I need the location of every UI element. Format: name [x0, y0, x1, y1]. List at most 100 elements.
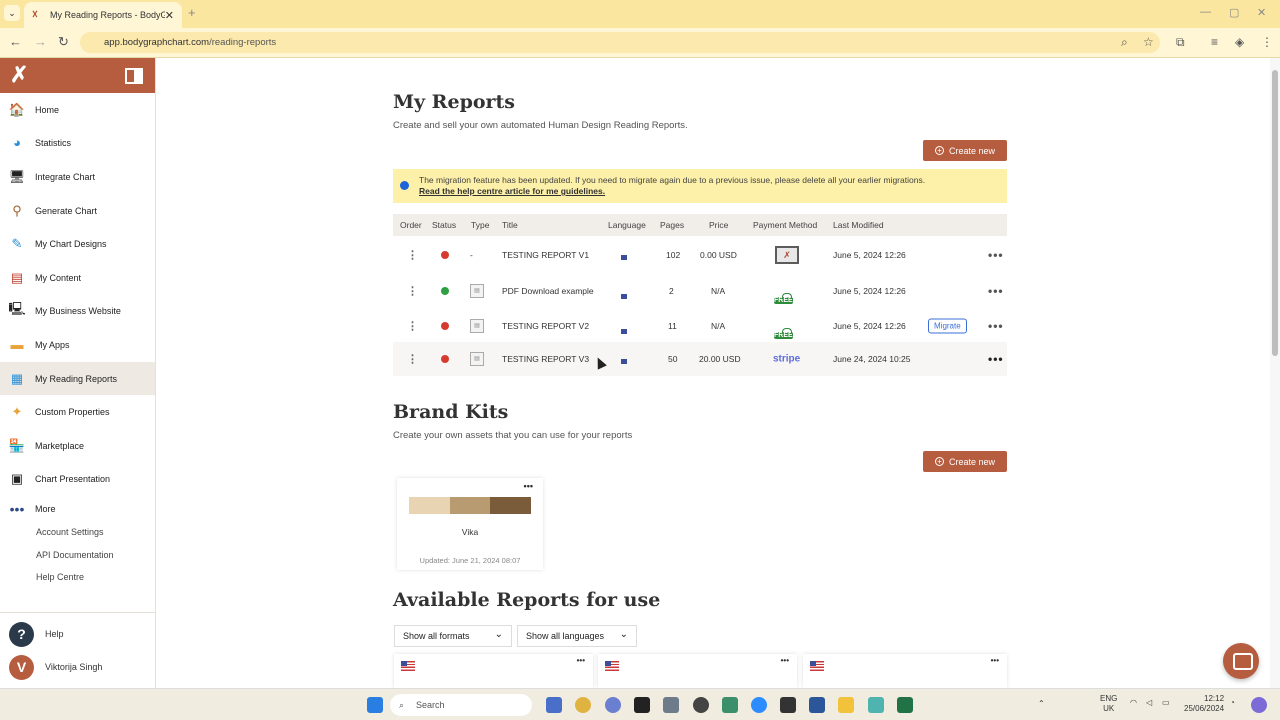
forward-icon[interactable]: →	[34, 34, 47, 49]
settings-icon[interactable]	[605, 697, 621, 713]
chat-bubble-icon[interactable]	[1223, 643, 1259, 679]
battery-icon[interactable]: ▭	[1162, 698, 1170, 707]
word-icon[interactable]	[809, 697, 825, 713]
col-type[interactable]: Type	[471, 220, 489, 230]
col-payment-method[interactable]: Payment Method	[753, 220, 817, 230]
sidebar-item-statistics[interactable]: ◕ Statistics	[0, 126, 155, 159]
camera-icon[interactable]	[663, 697, 679, 713]
row-menu-icon[interactable]: •••	[988, 352, 1004, 366]
file-explorer-icon[interactable]	[838, 697, 854, 713]
drag-handle-icon[interactable]: ⋮	[407, 320, 418, 333]
app-icon[interactable]	[634, 697, 650, 713]
language-indicator[interactable]: ENG UK	[1100, 694, 1117, 714]
migrate-button[interactable]: Migrate	[928, 318, 967, 334]
close-window-icon[interactable]: ✕	[1257, 6, 1266, 19]
back-icon[interactable]: ←	[9, 34, 22, 49]
sidebar-item-my-apps[interactable]: ▬ My Apps	[0, 328, 155, 361]
sidebar-toggle-icon[interactable]	[125, 68, 143, 84]
col-order[interactable]: Order	[400, 220, 422, 230]
zoom-icon[interactable]: ⌕	[1121, 35, 1128, 50]
help-article-link[interactable]: Read the help centre article for me guid…	[419, 186, 1007, 196]
wifi-icon[interactable]: ◠	[1130, 698, 1137, 707]
sidebar-item-my-content[interactable]: ▤ My Content	[0, 261, 155, 294]
bookmark-star-icon[interactable]: ☆	[1143, 35, 1154, 49]
minimize-icon[interactable]: —	[1200, 6, 1211, 18]
app-icon[interactable]	[868, 697, 884, 713]
browser-menu-icon[interactable]: ⋮	[1261, 35, 1273, 49]
tray-chevron-icon[interactable]: ⌃	[1038, 699, 1045, 708]
tab-menu-chevron-icon[interactable]: ⌄	[4, 5, 20, 21]
sidebar-item-generate-chart[interactable]: ⚲ Generate Chart	[0, 194, 155, 227]
media-icon[interactable]: ≡	[1211, 35, 1218, 49]
brand-kit-card[interactable]: ••• Vika Updated: June 21, 2024 08:07	[397, 478, 543, 570]
language-filter-select[interactable]: Show all languages ⌄	[517, 625, 637, 647]
avatar[interactable]: V	[9, 655, 34, 680]
drag-handle-icon[interactable]: ⋮	[407, 353, 418, 366]
sidebar-subitem-help-centre[interactable]: Help Centre	[36, 572, 84, 582]
app-icon[interactable]	[693, 697, 709, 713]
scrollbar-thumb[interactable]	[1272, 70, 1278, 356]
teams-icon[interactable]	[546, 697, 562, 713]
new-tab-icon[interactable]: +	[188, 5, 196, 20]
report-title[interactable]: TESTING REPORT V1	[502, 250, 589, 260]
reload-icon[interactable]: ↻	[58, 34, 69, 50]
col-last-modified[interactable]: Last Modified	[833, 220, 884, 230]
available-report-card[interactable]: •••	[394, 654, 593, 688]
available-report-card[interactable]: •••	[803, 654, 1007, 688]
drag-handle-icon[interactable]: ⋮	[407, 249, 418, 262]
col-language[interactable]: Language	[608, 220, 646, 230]
maximize-icon[interactable]: ▢	[1229, 6, 1239, 19]
card-menu-icon[interactable]: •••	[781, 656, 789, 665]
chrome-icon[interactable]	[575, 697, 591, 713]
col-status[interactable]: Status	[432, 220, 456, 230]
sidebar-item-home[interactable]: 🏠 Home	[0, 93, 155, 126]
table-row[interactable]: ⋮ ▤ PDF Download example 2 N/A FREE June…	[393, 274, 1007, 308]
sidebar-item-my-business-website[interactable]: 🖳 My Business Website	[0, 294, 155, 327]
format-filter-select[interactable]: Show all formats ⌄	[394, 625, 512, 647]
card-menu-icon[interactable]: •••	[991, 656, 999, 665]
row-menu-icon[interactable]: •••	[988, 319, 1004, 333]
row-menu-icon[interactable]: •••	[988, 284, 1004, 298]
sidebar-item-more[interactable]: ••• More	[0, 492, 155, 525]
sidebar-item-my-reading-reports[interactable]: ▦ My Reading Reports	[0, 362, 155, 395]
close-tab-icon[interactable]: ✕	[165, 9, 174, 22]
available-report-card[interactable]: •••	[598, 654, 797, 688]
sidebar-subitem-account-settings[interactable]: Account Settings	[36, 527, 104, 537]
col-title[interactable]: Title	[502, 220, 518, 230]
excel-icon[interactable]	[897, 697, 913, 713]
table-row[interactable]: ⋮ ▤ TESTING REPORT V2 11 N/A FREE June 5…	[393, 309, 1007, 343]
row-menu-icon[interactable]: •••	[988, 248, 1004, 262]
extensions-icon[interactable]: ⧉	[1176, 35, 1185, 50]
profile-icon[interactable]: ◈	[1235, 35, 1244, 49]
sidebar-item-marketplace[interactable]: 🏪 Marketplace	[0, 429, 155, 462]
zoom-app-icon[interactable]	[751, 697, 767, 713]
col-price[interactable]: Price	[709, 220, 728, 230]
windows-start-icon[interactable]	[367, 697, 383, 713]
browser-tab[interactable]: ☓ My Reading Reports - BodyGra ✕	[24, 2, 182, 28]
create-report-button[interactable]: + Create new	[923, 140, 1007, 161]
bodygraph-logo-icon[interactable]: ✗	[10, 62, 28, 88]
col-pages[interactable]: Pages	[660, 220, 684, 230]
table-row[interactable]: ⋮ ▤ TESTING REPORT V3 50 20.00 USD strip…	[393, 342, 1007, 376]
card-menu-icon[interactable]: •••	[524, 481, 533, 491]
report-title[interactable]: PDF Download example	[502, 286, 594, 296]
copilot-icon[interactable]	[1251, 697, 1267, 713]
app-icon[interactable]	[780, 697, 796, 713]
taskbar-search[interactable]: ⌕ Search	[390, 694, 532, 716]
report-title[interactable]: TESTING REPORT V3	[502, 354, 589, 364]
report-title[interactable]: TESTING REPORT V2	[502, 321, 589, 331]
app-icon[interactable]	[722, 697, 738, 713]
help-icon[interactable]: ?	[9, 622, 34, 647]
help-label[interactable]: Help	[45, 629, 64, 639]
clock[interactable]: 12:12 25/06/2024	[1184, 694, 1224, 714]
create-brand-kit-button[interactable]: + Create new	[923, 451, 1007, 472]
notification-bell-icon[interactable]: ◔	[1230, 698, 1235, 707]
sidebar-item-integrate-chart[interactable]: 🖥 Integrate Chart	[0, 160, 155, 193]
card-menu-icon[interactable]: •••	[577, 656, 585, 665]
page-scrollbar[interactable]	[1270, 58, 1280, 688]
user-name[interactable]: Viktorija Singh	[45, 662, 102, 672]
sidebar-item-custom-properties[interactable]: ✦ Custom Properties	[0, 395, 155, 428]
url-field[interactable]: app.bodygraphchart.com/reading-reports	[80, 32, 1160, 53]
volume-icon[interactable]: ◁	[1146, 698, 1152, 707]
table-row[interactable]: ⋮ - TESTING REPORT V1 102 0.00 USD ✗ Jun…	[393, 238, 1007, 272]
